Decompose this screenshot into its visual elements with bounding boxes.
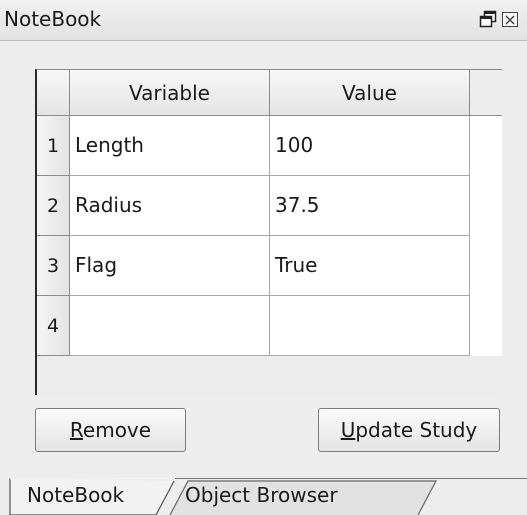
column-header-variable[interactable]: Variable [70,70,270,116]
value-cell[interactable] [270,296,470,356]
row-header[interactable]: 1 [37,116,70,176]
remove-mnemonic: R [69,418,83,442]
update-study-button[interactable]: Update Study [318,408,500,452]
header-filler [470,70,502,116]
table-row[interactable]: 2 Radius 37.5 [37,176,470,236]
table-row[interactable]: 1 Length 100 [37,116,470,176]
tab-bar: NoteBook Object Browser [0,478,527,515]
row-header[interactable]: 2 [37,176,70,236]
variables-table[interactable]: Variable Value 1 Length 100 2 Radius 37.… [35,69,502,395]
variable-cell[interactable]: Radius [70,176,270,236]
table-row[interactable]: 4 [37,296,470,356]
title-bar: NoteBook [0,0,527,41]
table-corner-header[interactable] [37,70,70,116]
variable-cell[interactable] [70,296,270,356]
variable-cell[interactable]: Length [70,116,270,176]
table-empty-area [37,356,502,395]
value-cell[interactable]: True [270,236,470,296]
remove-button[interactable]: Remove [35,408,186,452]
value-cell[interactable]: 37.5 [270,176,470,236]
table-row[interactable]: 3 Flag True [37,236,470,296]
column-header-value[interactable]: Value [270,70,470,116]
tab-notebook[interactable]: NoteBook [27,482,124,508]
window-title: NoteBook [4,7,102,31]
update-mnemonic: U [340,418,356,442]
remove-label: emove [82,418,152,442]
float-icon[interactable] [478,9,498,29]
value-cell[interactable]: 100 [270,116,470,176]
variable-cell[interactable]: Flag [70,236,270,296]
update-label: pdate Study [355,418,478,442]
tab-object-browser[interactable]: Object Browser [185,482,338,508]
row-header[interactable]: 3 [37,236,70,296]
close-icon[interactable] [500,9,520,29]
row-header[interactable]: 4 [37,296,70,356]
tab-bar-line [175,478,527,479]
